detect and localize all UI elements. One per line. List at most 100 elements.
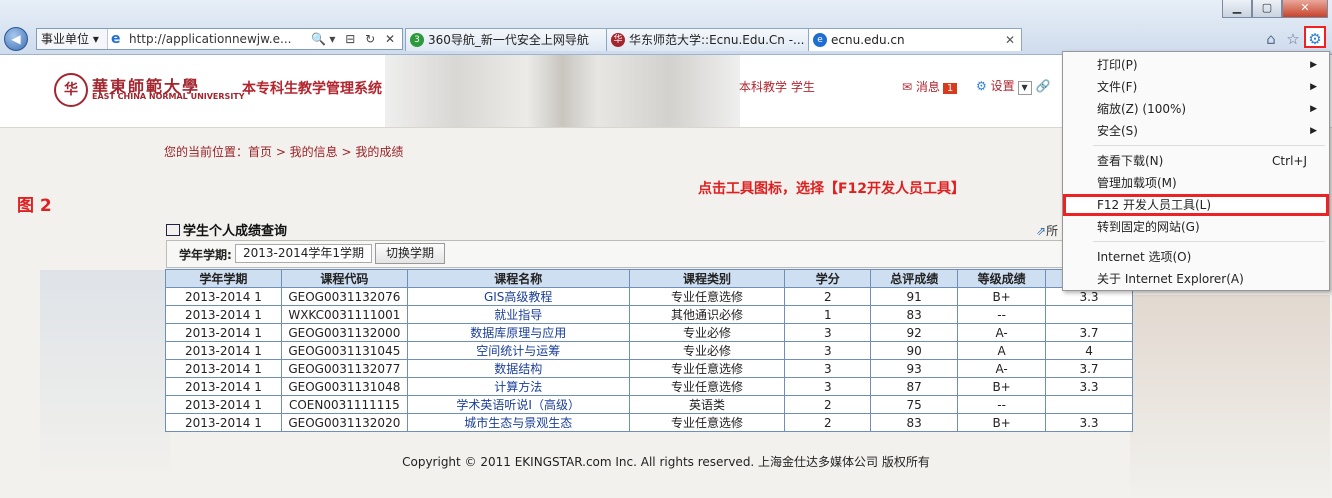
menu-item[interactable]: 转到固定的网站(G)	[1063, 216, 1329, 238]
tab-ecnu[interactable]: 华 华东师范大学::Ecnu.Edu.Cn -...	[606, 28, 810, 51]
minimize-button[interactable]: ▁	[1222, 0, 1252, 18]
background-building-left	[40, 270, 170, 470]
menu-item-label: 安全(S)	[1097, 124, 1138, 138]
settings-link[interactable]: ⚙ 设置 ▼ 🔗	[976, 77, 1050, 95]
close-tab-icon[interactable]: ✕	[1005, 29, 1015, 51]
messages-link[interactable]: ✉ 消息 1	[902, 78, 958, 95]
column-header: 课程类别	[628, 269, 786, 288]
blurred-banner	[385, 55, 740, 127]
table-cell: 83	[870, 305, 959, 324]
table-cell: --	[957, 305, 1047, 324]
menu-item-label: 缩放(Z) (100%)	[1097, 102, 1187, 116]
column-header: 总评成绩	[870, 269, 959, 288]
table-row: 2013-2014 1 GEOG0031132020 城市生态与景观生态 专业任意选修…	[165, 413, 1133, 432]
table-cell: 专业任意选修	[628, 287, 786, 306]
course-name-link[interactable]: 空间统计与运筹	[406, 341, 630, 360]
table-row: 2013-2014 1 GEOG0031131045 空间统计与运筹 专业必修 3 90 A…	[165, 341, 1133, 360]
home-icon[interactable]: ⌂	[1260, 28, 1282, 50]
table-cell: GEOG0031132000	[280, 323, 408, 342]
course-name-link[interactable]: 数据库原理与应用	[406, 323, 630, 342]
table-cell: 专业任意选修	[628, 359, 786, 378]
table-row: 2013-2014 1 GEOG0031132000 数据库原理与应用 专业必修 3 92…	[165, 323, 1133, 342]
term-select[interactable]: 2013-2014学年1学期	[235, 244, 372, 263]
table-cell: 1	[784, 305, 872, 324]
figure-label: 图 2	[17, 196, 52, 216]
table-cell: GEOG0031132020	[280, 413, 408, 432]
grades-title-text: 学生个人成绩查询	[183, 224, 288, 239]
column-header: 课程代码	[280, 269, 408, 288]
maximize-button[interactable]: ▢	[1252, 0, 1282, 18]
menu-item[interactable]: 文件(F) ▶	[1063, 76, 1329, 98]
table-body: 2013-2014 1 GEOG0031132076 GIS高级教程 专业任意选修 2 9…	[165, 287, 1133, 432]
close-window-button[interactable]: ✕	[1282, 0, 1328, 18]
column-header: 课程名称	[406, 269, 630, 288]
table-row: 2013-2014 1 GEOG0031132077 数据结构 专业任意选修 3 93 A-…	[165, 359, 1133, 378]
table-cell: 2013-2014 1	[165, 305, 282, 324]
expand-icon: ⇗	[1036, 224, 1047, 238]
360-icon: 3	[410, 33, 424, 47]
table-cell: B+	[957, 377, 1047, 396]
menu-item[interactable]: F12 开发人员工具(L)	[1063, 194, 1329, 216]
window-buttons: ▁ ▢ ✕	[1222, 0, 1328, 18]
settings-gear-icon: ⚙	[976, 79, 987, 93]
address-tools[interactable]: 🔍▾ ⊟ ↻ ✕	[311, 29, 398, 49]
menu-item-label: F12 开发人员工具(L)	[1097, 198, 1212, 212]
course-name-link[interactable]: 学术英语听说I（高级）	[406, 395, 630, 414]
menu-item[interactable]: Internet 选项(O)	[1063, 246, 1329, 268]
menu-item[interactable]: 关于 Internet Explorer(A)	[1063, 268, 1329, 290]
table-cell	[1045, 305, 1133, 324]
table-cell: 92	[870, 323, 959, 342]
tab-active[interactable]: e ecnu.edu.cn ✕	[808, 28, 1022, 51]
table-cell: 3	[784, 359, 872, 378]
table-row: 2013-2014 1 WXKC0031111001 就业指导 其他通识必修 1 83 --	[165, 305, 1133, 324]
table-cell: 2	[784, 395, 872, 414]
table-cell: 2013-2014 1	[165, 341, 282, 360]
table-cell: 93	[870, 359, 959, 378]
table-cell: A-	[957, 359, 1047, 378]
gear-icon[interactable]: ⚙	[1304, 26, 1326, 48]
table-cell: 2013-2014 1	[165, 287, 282, 306]
submenu-arrow-icon: ▶	[1310, 126, 1317, 136]
menu-item-label: 查看下载(N)	[1097, 154, 1164, 168]
table-cell: GEOG0031132077	[280, 359, 408, 378]
table-cell: 3.3	[1045, 377, 1133, 396]
submenu-arrow-icon: ▶	[1310, 60, 1317, 70]
star-icon[interactable]: ☆	[1282, 28, 1304, 50]
table-cell: 87	[870, 377, 959, 396]
address-url[interactable]: http://applicationnewjw.e...	[129, 29, 299, 49]
instruction-annotation: 点击工具图标，选择【F12开发人员工具】	[698, 181, 966, 197]
zone-selector[interactable]: 事业单位 ▾	[37, 29, 108, 49]
tab-label: 华东师范大学::Ecnu.Edu.Cn -...	[629, 33, 805, 47]
menu-item[interactable]: 缩放(Z) (100%) ▶	[1063, 98, 1329, 120]
menu-item[interactable]: 打印(P) ▶	[1063, 54, 1329, 76]
course-name-link[interactable]: 数据结构	[406, 359, 630, 378]
column-header: 学年学期	[165, 269, 282, 288]
chevron-down-icon[interactable]: ▼	[1017, 81, 1032, 95]
course-name-link[interactable]: GIS高级教程	[406, 287, 630, 306]
menu-separator	[1093, 241, 1325, 242]
user-role: 本科教学 学生	[739, 80, 815, 94]
tab-360[interactable]: 3 360导航_新一代安全上网导航	[405, 28, 609, 51]
table-cell: 专业必修	[628, 341, 786, 360]
address-bar[interactable]: 事业单位 ▾ e http://applicationnewjw.e... 🔍▾…	[36, 28, 403, 50]
menu-item[interactable]: 管理加载项(M)	[1063, 172, 1329, 194]
expand-link[interactable]: ⇗所	[1036, 222, 1058, 239]
table-cell: 3.7	[1045, 359, 1133, 378]
course-name-link[interactable]: 就业指导	[406, 305, 630, 324]
menu-item-label: Internet 选项(O)	[1097, 250, 1192, 264]
tab-label: ecnu.edu.cn	[831, 33, 905, 47]
zone-label: 事业单位	[41, 32, 90, 46]
menu-item[interactable]: 查看下载(N) Ctrl+J	[1063, 150, 1329, 172]
course-name-link[interactable]: 计算方法	[406, 377, 630, 396]
table-cell: B+	[957, 287, 1047, 306]
table-cell	[1045, 395, 1133, 414]
menu-item[interactable]: 安全(S) ▶	[1063, 120, 1329, 142]
course-name-link[interactable]: 城市生态与景观生态	[406, 413, 630, 432]
table-cell: GEOG0031131045	[280, 341, 408, 360]
switch-term-button[interactable]: 切换学期	[375, 243, 445, 264]
breadcrumb: 您的当前位置：首页 > 我的信息 > 我的成绩	[164, 145, 404, 159]
tab-label: 360导航_新一代安全上网导航	[428, 33, 589, 47]
back-button[interactable]: ◀	[4, 27, 28, 51]
table-row: 2013-2014 1 COEN0031111115 学术英语听说I（高级） 英语类 2…	[165, 395, 1133, 414]
settings-label: 设置	[990, 79, 1015, 93]
